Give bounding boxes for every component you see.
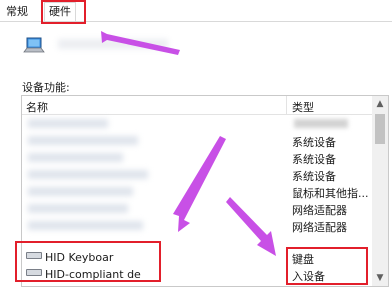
row-type: 网络适配器: [292, 204, 347, 217]
list-row[interactable]: 网络适配器: [22, 200, 372, 217]
redacted-name: [28, 221, 143, 230]
list-row[interactable]: [22, 115, 372, 132]
row-type: 系统设备: [292, 136, 336, 149]
device-name-redacted: [58, 39, 168, 49]
list-row-hid[interactable]: HID-compliant de 入设备: [22, 266, 372, 283]
row-type: 网络适配器: [292, 221, 347, 234]
device-functions-list[interactable]: 名称 类型 系统设备 系统设备 系统设备 鼠标和其他指... 网络适配器 网络适…: [21, 95, 389, 287]
tab-hardware[interactable]: 硬件: [44, 2, 76, 22]
row-type: 鼠标和其他指...: [292, 187, 369, 200]
list-row[interactable]: 鼠标和其他指...: [22, 183, 372, 200]
tab-strip-divider: [0, 21, 392, 22]
scroll-down-icon[interactable]: ▼: [372, 270, 388, 286]
list-header: 名称 类型: [22, 96, 372, 115]
row-name: HID-compliant de: [26, 268, 141, 281]
row-type: 系统设备: [292, 153, 336, 166]
tab-general[interactable]: 常规: [6, 3, 28, 21]
vertical-scrollbar[interactable]: ▲ ▼: [372, 96, 388, 286]
redacted-name: [28, 136, 138, 145]
list-row[interactable]: 系统设备: [22, 166, 372, 183]
keyboard-device-icon: [26, 252, 42, 259]
list-row[interactable]: 系统设备: [22, 132, 372, 149]
hid-device-icon: [26, 269, 42, 276]
row-type: 系统设备: [292, 170, 336, 183]
scroll-thumb[interactable]: [375, 114, 385, 144]
redacted-name: [28, 187, 133, 196]
column-separator[interactable]: [286, 96, 287, 114]
redacted-name: [28, 170, 148, 179]
redacted-name: [28, 204, 128, 213]
laptop-icon: [23, 37, 45, 53]
list-row-keyboard[interactable]: HID Keyboar 键盘: [22, 249, 372, 266]
scroll-up-icon[interactable]: ▲: [372, 96, 388, 112]
list-row[interactable]: 系统设备: [22, 149, 372, 166]
row-name: HID Keyboar: [26, 251, 113, 264]
redacted-type: [294, 119, 348, 128]
tab-strip: 常规 硬件: [0, 0, 392, 22]
row-type: 键盘: [292, 253, 314, 266]
list-row[interactable]: 网络适配器: [22, 217, 372, 234]
column-header-type[interactable]: 类型: [292, 99, 314, 115]
redacted-name: [28, 119, 108, 128]
row-type: 入设备: [292, 270, 325, 283]
column-header-name[interactable]: 名称: [26, 99, 48, 115]
device-functions-label: 设备功能:: [22, 81, 70, 94]
redacted-name: [28, 153, 123, 162]
